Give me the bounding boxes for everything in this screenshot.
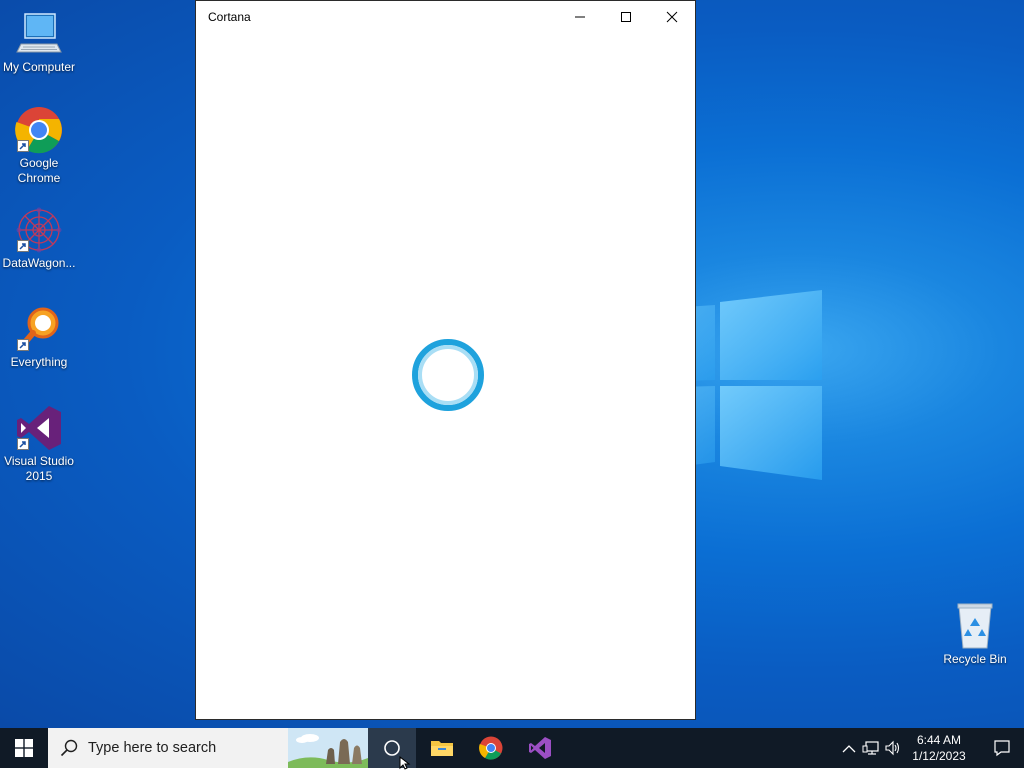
desktop-icon-label: My Computer [2, 60, 76, 74]
desktop-icon-recycle-bin[interactable]: Recycle Bin [936, 602, 1014, 667]
close-button[interactable] [649, 1, 695, 33]
visual-studio-icon [15, 404, 63, 452]
action-center-button[interactable] [980, 728, 1024, 768]
shortcut-arrow-icon [17, 438, 29, 450]
cortana-circle-icon [384, 740, 400, 756]
desktop-icon-datawagon[interactable]: DataWagon... [0, 206, 78, 271]
start-button[interactable] [0, 728, 48, 768]
clock-date: 1/12/2023 [912, 749, 966, 763]
chrome-taskbar-button[interactable] [467, 728, 515, 768]
cortana-window: Cortana [195, 0, 696, 720]
search-highlight-illustration [288, 728, 368, 768]
desktop-icon-label: Everything [10, 355, 68, 369]
windows-start-icon [15, 739, 33, 757]
everything-search-icon [15, 305, 63, 353]
cortana-logo-ring [412, 339, 484, 411]
datawagon-icon [15, 206, 63, 254]
window-title: Cortana [208, 10, 251, 24]
maximize-button[interactable] [603, 1, 649, 33]
minimize-button[interactable] [557, 1, 603, 33]
visual-studio-icon [529, 737, 551, 759]
search-placeholder: Type here to search [88, 740, 217, 756]
computer-icon [15, 10, 63, 58]
maximize-icon [621, 12, 631, 22]
close-icon [666, 11, 678, 23]
shortcut-arrow-icon [17, 140, 29, 152]
desktop-icon-label: Recycle Bin [943, 652, 1007, 666]
title-bar[interactable]: Cortana [196, 1, 695, 33]
shortcut-arrow-icon [17, 240, 29, 252]
search-icon [60, 739, 78, 757]
shortcut-arrow-icon [17, 339, 29, 351]
recycle-bin-icon [951, 602, 999, 650]
desktop-icon-label: DataWagon... [2, 256, 76, 270]
desktop-icon-visual-studio[interactable]: Visual Studio 2015 [0, 404, 78, 484]
desktop-icon-my-computer[interactable]: My Computer [0, 10, 78, 75]
taskbar-clock[interactable]: 6:44 AM 1/12/2023 [908, 732, 970, 764]
chrome-icon [15, 106, 63, 154]
desktop-icon-everything[interactable]: Everything [0, 305, 78, 370]
show-hidden-icons-chevron-icon[interactable] [840, 741, 858, 757]
desktop-icon-google-chrome[interactable]: Google Chrome [0, 106, 78, 186]
desktop-icon-label: Visual Studio 2015 [4, 454, 74, 483]
folder-icon [431, 741, 453, 756]
taskbar: Type here to search 6:44 AM 1/12/2023 [0, 728, 1024, 768]
desktop-icon-label: Google Chrome [17, 156, 61, 185]
chrome-icon [479, 736, 503, 760]
clock-time: 6:44 AM [916, 733, 962, 747]
volume-icon[interactable] [884, 740, 902, 756]
minimize-icon [575, 16, 585, 18]
visual-studio-taskbar-button[interactable] [516, 728, 564, 768]
notification-icon [994, 740, 1010, 757]
file-explorer-taskbar-button[interactable] [418, 728, 466, 768]
network-icon[interactable] [862, 740, 880, 756]
taskbar-search-box[interactable]: Type here to search [48, 728, 368, 768]
